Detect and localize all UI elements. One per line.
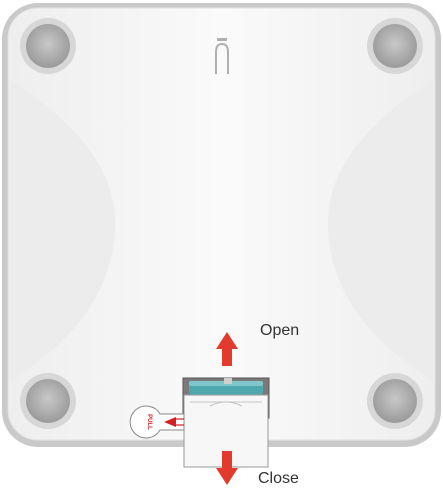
open-label: Open [260, 322, 300, 339]
foot-top-right [367, 18, 423, 74]
foot-bottom-right [367, 373, 423, 429]
logo-bar [217, 38, 227, 41]
close-label: Close [258, 470, 299, 487]
foot-top-left [20, 18, 76, 74]
scale-illustration: PULL [2, 3, 441, 485]
pull-tab-label: PULL [146, 414, 152, 430]
foot-bottom-left [20, 373, 76, 429]
